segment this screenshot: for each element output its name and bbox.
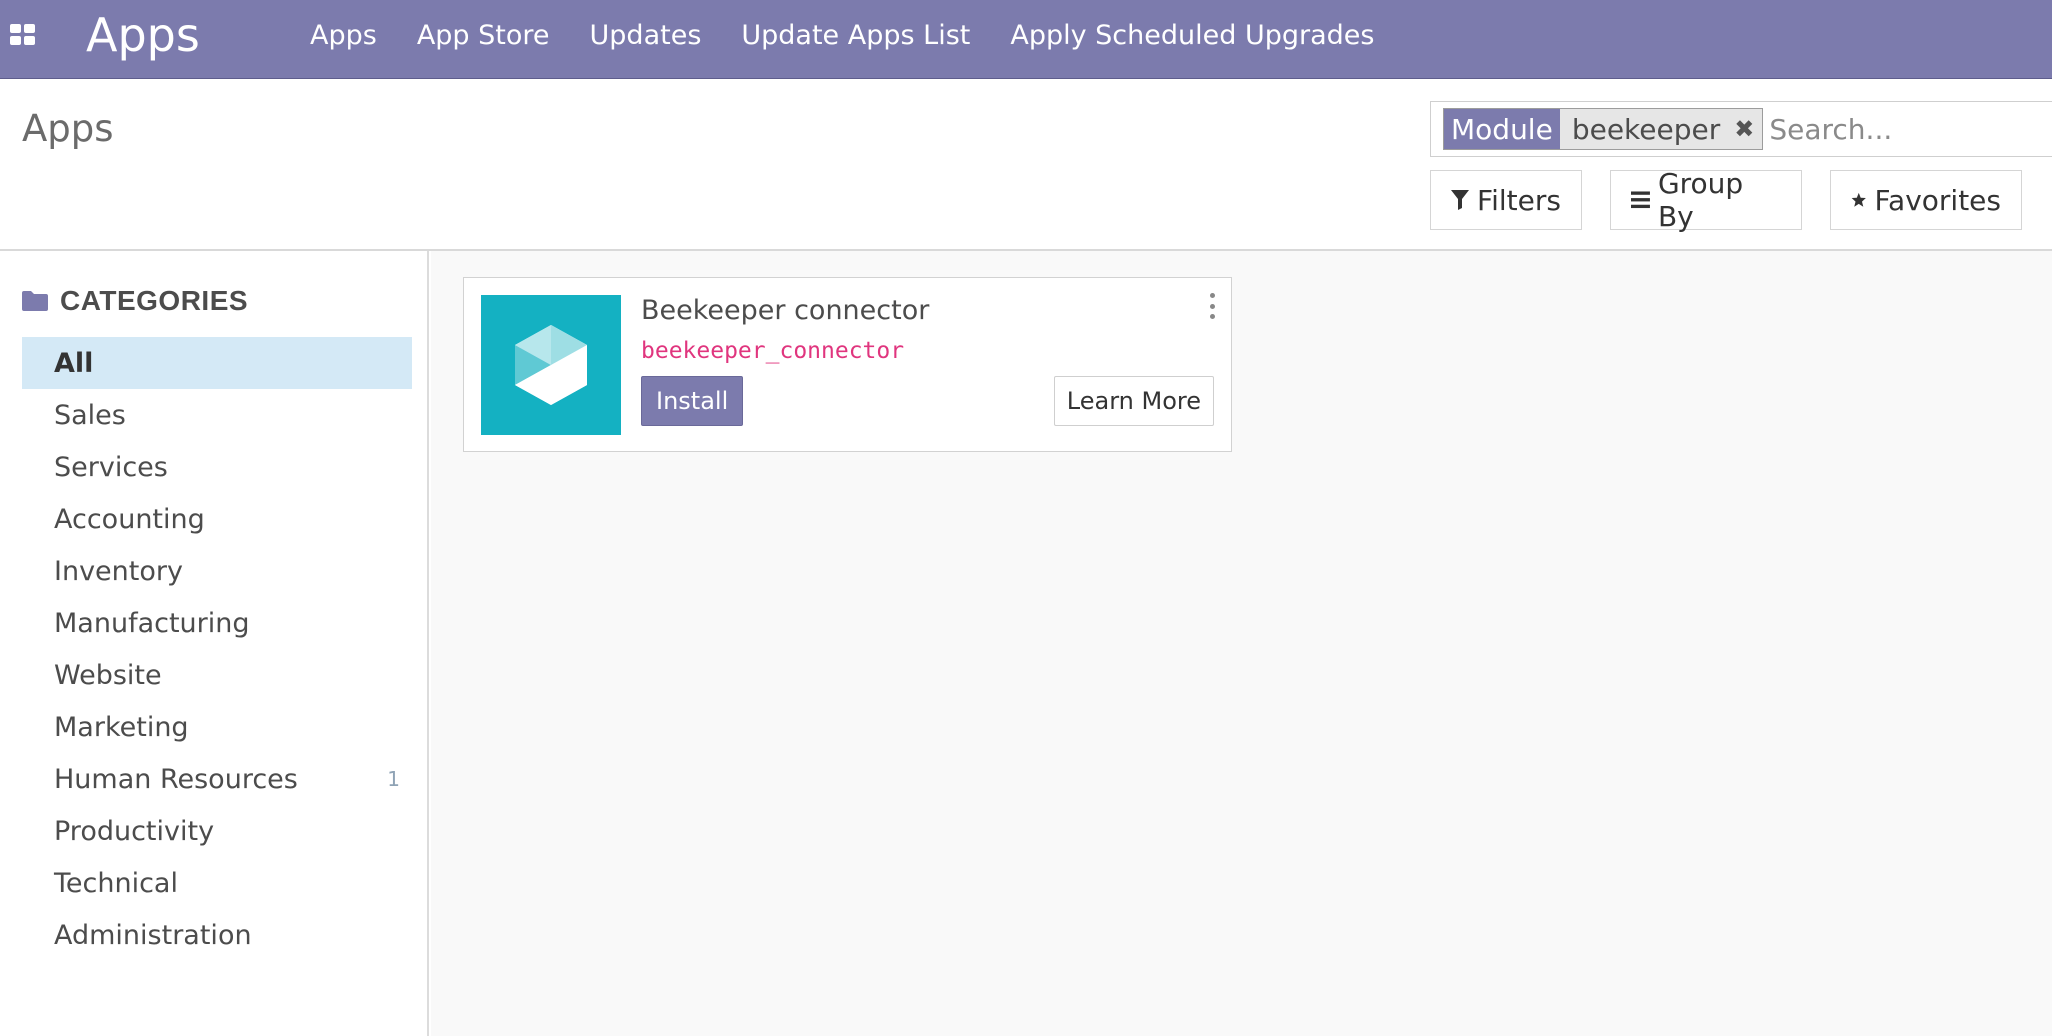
category-item-website[interactable]: Website <box>22 649 412 701</box>
categories-header: CATEGORIES <box>22 285 248 317</box>
favorites-button[interactable]: Favorites <box>1830 170 2022 230</box>
close-icon[interactable]: ✖ <box>1734 115 1754 143</box>
categories-title: CATEGORIES <box>60 285 249 316</box>
menu-item-apply-scheduled-upgrades[interactable]: Apply Scheduled Upgrades <box>990 20 1394 51</box>
category-label: Manufacturing <box>54 607 250 639</box>
search-facet: Module beekeeper ✖ <box>1443 108 1764 150</box>
menu-item-update-apps-list[interactable]: Update Apps List <box>721 20 990 51</box>
category-label: Accounting <box>54 503 205 535</box>
group-by-label: Group By <box>1657 167 1744 233</box>
breadcrumb: Apps <box>22 107 114 150</box>
category-item-all[interactable]: All <box>22 337 412 389</box>
menu-item-apps[interactable]: Apps <box>290 20 397 51</box>
category-label: Technical <box>54 867 178 899</box>
category-item-productivity[interactable]: Productivity <box>22 805 412 857</box>
search-box[interactable]: Module beekeeper ✖ <box>1430 101 2052 157</box>
category-item-services[interactable]: Services <box>22 441 412 493</box>
filters-button[interactable]: Filters <box>1430 170 1582 230</box>
category-label: Marketing <box>54 711 189 743</box>
learn-more-button[interactable]: Learn More <box>1053 376 1214 426</box>
facet-value: beekeeper <box>1571 112 1721 146</box>
category-list: All Sales Services Accounting Inventory … <box>22 337 412 961</box>
group-by-button[interactable]: Group By <box>1610 167 1802 233</box>
top-menu: Apps App Store Updates Update Apps List … <box>290 0 1394 70</box>
filter-icon <box>1451 190 1469 210</box>
app-name: Beekeeper connector <box>641 295 930 326</box>
category-label: Inventory <box>54 555 183 587</box>
star-icon <box>1851 192 1866 207</box>
category-item-marketing[interactable]: Marketing <box>22 701 412 753</box>
app-menu-grid-icon[interactable] <box>10 24 36 46</box>
category-item-technical[interactable]: Technical <box>22 857 412 909</box>
filters-label: Filters <box>1477 183 1561 217</box>
facet-value-container: beekeeper ✖ <box>1559 109 1763 149</box>
menu-item-app-store[interactable]: App Store <box>397 20 570 51</box>
install-button[interactable]: Install <box>641 376 744 426</box>
app-brand[interactable]: Apps <box>86 8 200 62</box>
app-card[interactable]: Beekeeper connector beekeeper_connector … <box>463 277 1232 452</box>
categories-sidebar: CATEGORIES All Sales Services Accounting… <box>0 251 429 1036</box>
search-input[interactable] <box>1769 112 2050 146</box>
category-item-manufacturing[interactable]: Manufacturing <box>22 597 412 649</box>
category-label: All <box>54 347 94 379</box>
category-label: Administration <box>54 919 252 951</box>
category-item-accounting[interactable]: Accounting <box>22 493 412 545</box>
folder-icon <box>22 291 48 311</box>
hexagon-cube-icon <box>481 295 621 435</box>
category-label: Services <box>54 451 168 483</box>
category-count: 1 <box>387 767 400 791</box>
category-label: Human Resources <box>54 763 298 795</box>
vertical-ellipsis-icon[interactable] <box>1205 293 1219 319</box>
category-item-administration[interactable]: Administration <box>22 909 412 961</box>
main-navbar: Apps Apps App Store Updates Update Apps … <box>0 0 2052 79</box>
favorites-label: Favorites <box>1874 183 2001 217</box>
kanban-view: Beekeeper connector beekeeper_connector … <box>431 251 2052 1036</box>
category-item-sales[interactable]: Sales <box>22 389 412 441</box>
bars-icon <box>1631 191 1650 209</box>
category-label: Productivity <box>54 815 215 847</box>
category-label: Sales <box>54 399 126 431</box>
category-item-human-resources[interactable]: Human Resources 1 <box>22 753 412 805</box>
app-technical-name: beekeeper_connector <box>641 338 905 364</box>
category-label: Website <box>54 659 162 691</box>
category-item-inventory[interactable]: Inventory <box>22 545 412 597</box>
menu-item-updates[interactable]: Updates <box>570 20 722 51</box>
control-panel: Apps Module beekeeper ✖ Filters Group By… <box>0 79 2052 251</box>
facet-label: Module <box>1444 109 1560 149</box>
